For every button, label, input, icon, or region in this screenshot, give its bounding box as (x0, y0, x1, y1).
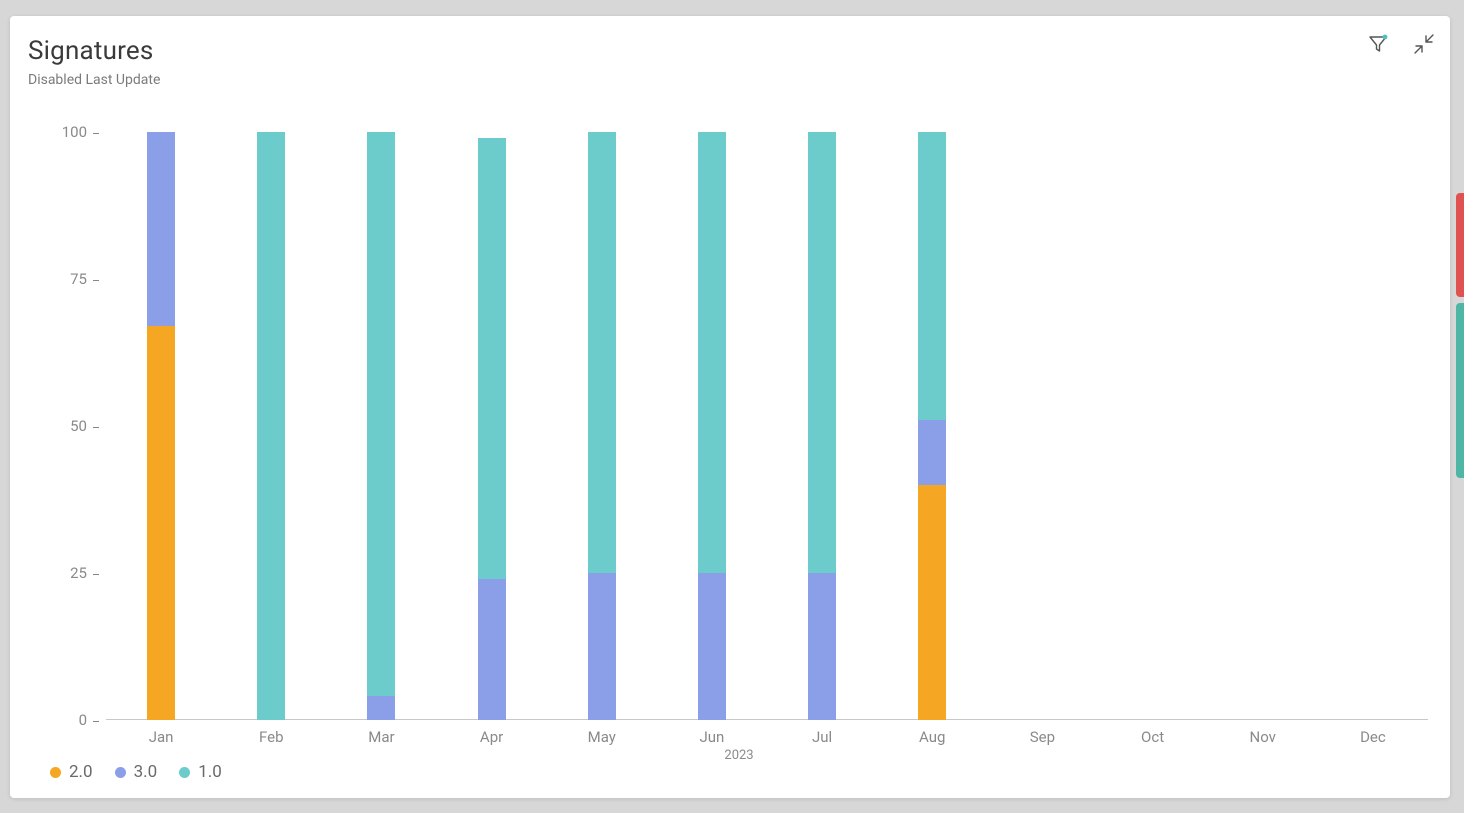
bar-segment (257, 132, 285, 720)
bar-jul[interactable] (808, 132, 836, 720)
x-tick-label: Nov (1250, 728, 1276, 746)
bar-segment (367, 696, 395, 720)
legend-item[interactable]: 3.0 (115, 762, 158, 782)
x-tick-label: Mar (368, 728, 394, 746)
card-toolbar (1368, 34, 1434, 54)
x-tick-label: Feb (259, 728, 284, 746)
x-tick-label: Jul (812, 728, 832, 746)
y-tick-label: 100 (62, 123, 87, 141)
bar-segment (808, 132, 836, 573)
bar-segment (918, 420, 946, 485)
bar-segment (698, 132, 726, 573)
legend: 2.0 3.0 1.0 (50, 762, 222, 782)
bar-jun[interactable] (698, 132, 726, 720)
bar-feb[interactable] (257, 132, 285, 720)
y-tick-label: 50 (70, 417, 87, 435)
y-tick: 25 (70, 564, 99, 582)
legend-swatch (50, 767, 61, 778)
bar-segment (808, 573, 836, 720)
y-tick: 0 (79, 711, 99, 729)
bar-segment (147, 132, 175, 326)
filter-icon[interactable] (1368, 34, 1388, 54)
plot-area: 0255075100 2023 JanFebMarAprMayJunJulAug… (50, 116, 1428, 740)
bar-aug[interactable] (918, 132, 946, 720)
legend-item[interactable]: 1.0 (179, 762, 222, 782)
legend-label: 1.0 (198, 762, 222, 782)
chart-subtitle: Disabled Last Update (28, 72, 1432, 88)
legend-label: 3.0 (134, 762, 158, 782)
side-tab-red (1456, 193, 1464, 297)
y-tick-label: 0 (79, 711, 87, 729)
bar-segment (478, 579, 506, 720)
bar-apr[interactable] (478, 138, 506, 720)
chart-card: Signatures Disabled Last Update 0 25 50 75 1… (10, 16, 1450, 798)
x-tick-label: Apr (480, 728, 503, 746)
x-tick-label: Dec (1360, 728, 1386, 746)
legend-item[interactable]: 2.0 (50, 762, 93, 782)
side-tab-teal (1456, 303, 1464, 478)
card-header: Signatures Disabled Last Update (28, 36, 1432, 88)
y-tick: 50 (70, 417, 99, 435)
x-tick-label: Oct (1141, 728, 1164, 746)
x-axis-title: 2023 (724, 748, 753, 763)
legend-label: 2.0 (69, 762, 93, 782)
x-tick-label: Jan (149, 728, 174, 746)
x-tick-label: Sep (1030, 728, 1055, 746)
bar-segment (478, 138, 506, 579)
x-tick-label: Jun (699, 728, 724, 746)
bar-jan[interactable] (147, 132, 175, 720)
y-tick-label: 75 (70, 270, 87, 288)
bar-mar[interactable] (367, 132, 395, 720)
bar-segment (147, 326, 175, 720)
y-tick-label: 25 (70, 564, 87, 582)
y-tick: 100 (62, 123, 99, 141)
bar-segment (918, 485, 946, 720)
chart-title: Signatures (28, 36, 1432, 66)
legend-swatch (179, 767, 190, 778)
bar-may[interactable] (588, 132, 616, 720)
bar-segment (367, 132, 395, 696)
legend-swatch (115, 767, 126, 778)
x-axis-line (106, 719, 1428, 720)
y-axis: 0255075100 (50, 116, 105, 711)
bar-segment (698, 573, 726, 720)
x-tick-label: May (588, 728, 616, 746)
chart-region (106, 132, 1428, 720)
y-tick: 75 (70, 270, 99, 288)
bar-segment (588, 132, 616, 573)
x-tick-label: Aug (919, 728, 945, 746)
bar-segment (918, 132, 946, 420)
collapse-icon[interactable] (1414, 34, 1434, 54)
bar-segment (588, 573, 616, 720)
